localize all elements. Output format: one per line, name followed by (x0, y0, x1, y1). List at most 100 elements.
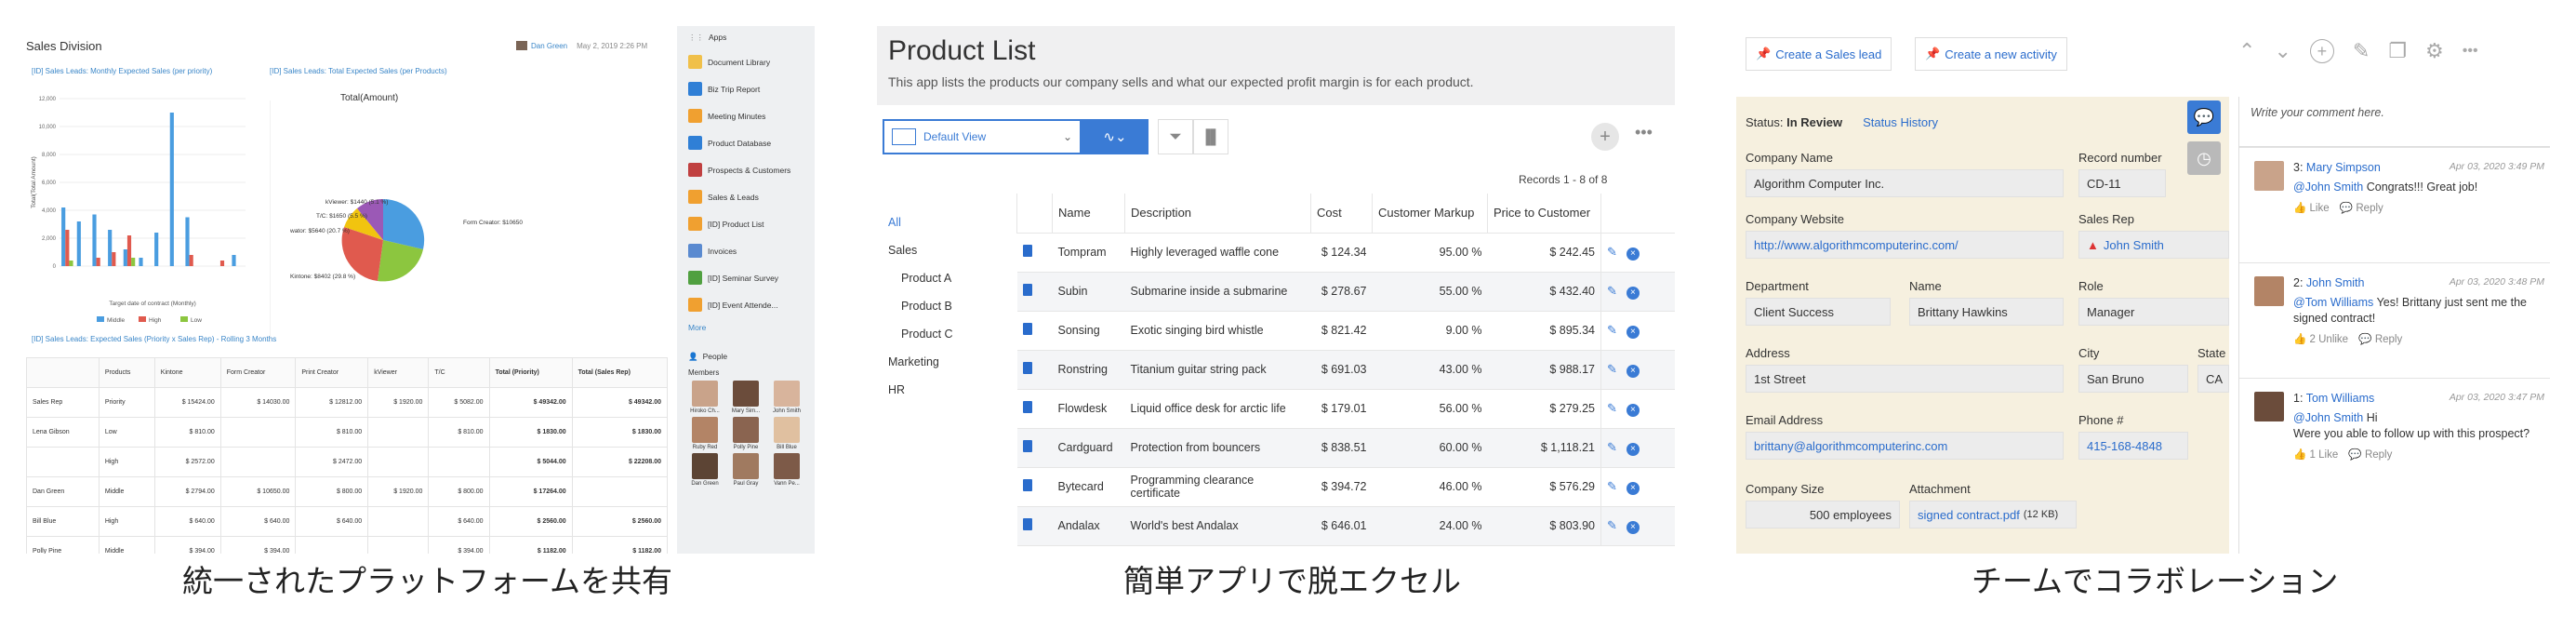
bar[interactable] (139, 258, 143, 266)
table-row[interactable]: Cardguard Protection from bouncers $ 838.5… (1016, 428, 1675, 468)
category-item[interactable]: Product A (877, 264, 1016, 292)
sidebar-app-item[interactable]: Biz Trip Report (677, 75, 815, 102)
sidebar-app-item[interactable]: [ID] Seminar Survey (677, 264, 815, 291)
record-detail-cell[interactable] (1016, 233, 1053, 273)
bar[interactable] (108, 230, 113, 266)
filter-button[interactable]: ⏷ (1158, 119, 1193, 154)
delete-icon[interactable]: × (1626, 442, 1640, 456)
attachment-link[interactable]: signed contract.pdf (1918, 508, 2020, 522)
plus-icon[interactable]: + (2309, 39, 2334, 63)
bar[interactable] (126, 235, 132, 266)
table-header[interactable]: Description (1124, 194, 1311, 234)
sidebar-app-item[interactable]: Invoices (677, 237, 815, 264)
bar[interactable] (232, 255, 236, 266)
table-row[interactable]: Tompram Highly leveraged waffle cone $ 124… (1016, 233, 1675, 273)
role-field[interactable]: Manager (2078, 298, 2229, 326)
chevron-down-icon[interactable]: ⌄ (2274, 39, 2291, 63)
comment-author[interactable]: Tom Williams (2306, 392, 2375, 405)
member-avatar[interactable]: Paul Gray (725, 453, 766, 487)
bar[interactable] (76, 221, 81, 266)
status-history-link[interactable]: Status History (1863, 115, 1938, 129)
member-avatar[interactable]: Ruby Red (684, 417, 725, 450)
bar[interactable] (185, 217, 190, 267)
table-header[interactable]: Price to Customer (1487, 194, 1601, 234)
sidebar-app-item[interactable]: [ID] Product List (677, 210, 815, 237)
category-item[interactable]: HR (877, 376, 1016, 404)
reply-button[interactable]: 💬 Reply (2340, 203, 2383, 214)
bar[interactable] (61, 207, 66, 266)
chevron-up-icon[interactable]: ⌃ (2238, 39, 2255, 63)
category-item[interactable]: Sales (877, 236, 1016, 264)
edit-icon[interactable]: ✎ (1607, 518, 1617, 532)
website-field[interactable]: http://www.algorithmcomputerinc.com/ (1746, 231, 2064, 259)
table-row[interactable]: Subin Submarine inside a submarine $ 278.6… (1016, 272, 1675, 312)
like-button[interactable]: 👍 Like (2293, 203, 2330, 214)
member-avatar[interactable]: John Smith (766, 381, 807, 414)
table-header[interactable]: Name (1052, 194, 1125, 234)
create-sales-lead-button[interactable]: 📌 Create a Sales lead (1746, 37, 1892, 71)
copy-icon[interactable]: ❐ (2388, 39, 2407, 63)
state-field[interactable]: CA (2198, 365, 2229, 393)
view-selector[interactable]: Default View ⌄ (883, 119, 1082, 154)
company-size-field[interactable]: 500 employees (1746, 501, 1900, 528)
reply-button[interactable]: 💬 Reply (2348, 449, 2392, 461)
attachment-field[interactable]: signed contract.pdf (12 KB) (1909, 501, 2077, 528)
file-icon[interactable] (1022, 323, 1032, 335)
delete-icon[interactable]: × (1626, 325, 1640, 339)
file-icon[interactable] (1022, 245, 1032, 257)
name-field[interactable]: Brittany Hawkins (1909, 298, 2064, 326)
sidebar-app-item[interactable]: Document Library (677, 48, 815, 75)
record-detail-cell[interactable] (1016, 389, 1053, 429)
bar[interactable] (92, 214, 97, 267)
member-avatar[interactable]: Bill Blue (766, 417, 807, 450)
city-field[interactable]: San Bruno (2078, 365, 2188, 393)
delete-icon[interactable]: × (1626, 364, 1640, 378)
member-avatar[interactable]: Hiroko Ch... (684, 381, 725, 414)
record-detail-cell[interactable] (1016, 467, 1053, 507)
table-row[interactable]: Andalax World's best Andalax $ 646.01 24.00… (1016, 506, 1675, 546)
sales-rep-value[interactable]: John Smith (2104, 238, 2164, 252)
file-icon[interactable] (1022, 401, 1032, 413)
table-header[interactable]: Cost (1310, 194, 1373, 234)
bar[interactable] (154, 233, 159, 266)
delete-icon[interactable]: × (1626, 286, 1640, 300)
member-avatar[interactable]: Dan Green (684, 453, 725, 487)
bar[interactable] (123, 249, 127, 266)
edit-icon[interactable]: ✎ (1607, 284, 1617, 298)
like-button[interactable]: 👍 1 Like (2293, 449, 2338, 461)
edit-icon[interactable]: ✎ (1607, 440, 1617, 454)
sidebar-app-item[interactable]: Prospects & Customers (677, 156, 815, 183)
category-item[interactable]: Product B (877, 292, 1016, 320)
ellipsis-icon[interactable]: ••• (2463, 43, 2478, 60)
comments-tab[interactable]: 💬 (2187, 100, 2221, 134)
table-header[interactable]: Customer Markup (1372, 194, 1488, 234)
delete-icon[interactable]: × (1626, 520, 1640, 534)
file-icon[interactable] (1022, 518, 1032, 530)
sales-rep-field[interactable]: ▲ John Smith (2078, 231, 2229, 259)
category-item[interactable]: Product C (877, 320, 1016, 348)
table-row[interactable]: Ronstring Titanium guitar string pack $ 69… (1016, 350, 1675, 390)
bar[interactable] (96, 258, 100, 266)
more-options-button[interactable]: ••• (1635, 123, 1653, 142)
post-user[interactable]: Dan Green (531, 42, 567, 50)
bar[interactable] (69, 261, 73, 266)
mention-link[interactable]: @Tom Williams (2293, 296, 2373, 309)
sidebar-app-item[interactable]: Product Database (677, 129, 815, 156)
bar[interactable] (65, 230, 70, 266)
edit-icon[interactable]: ✎ (1607, 479, 1617, 493)
comment-input[interactable]: Write your comment here. (2239, 97, 2550, 147)
file-icon[interactable] (1022, 440, 1032, 452)
table-row[interactable]: Flowdesk Liquid office desk for arctic li… (1016, 389, 1675, 429)
table-row[interactable]: Bytecard Programming clearance certificat… (1016, 467, 1675, 507)
member-avatar[interactable]: Vann Pe... (766, 453, 807, 487)
record-detail-cell[interactable] (1016, 428, 1053, 468)
record-detail-cell[interactable] (1016, 350, 1053, 390)
bar[interactable] (219, 261, 225, 266)
sidebar-app-item[interactable]: Meeting Minutes (677, 102, 815, 129)
member-avatar[interactable]: Mary Sim... (725, 381, 766, 414)
mention-link[interactable]: @John Smith (2293, 181, 2363, 194)
edit-icon[interactable]: ✎ (1607, 245, 1617, 259)
bar[interactable] (131, 258, 136, 266)
add-record-button[interactable]: + (1591, 123, 1619, 151)
chart1-title[interactable]: [ID] Sales Leads: Monthly Expected Sales… (32, 67, 212, 75)
